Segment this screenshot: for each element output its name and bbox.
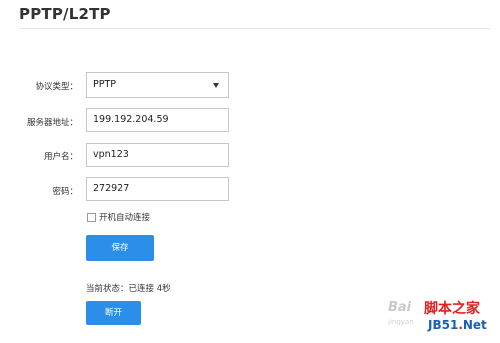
disconnect-button[interactable]: 断开 (86, 301, 141, 325)
title-divider (19, 28, 490, 29)
chevron-down-icon (213, 83, 219, 88)
protocol-select-value: PPTP (93, 79, 116, 90)
watermark-url: JB51.Net (428, 318, 487, 332)
watermark-site-name: 脚本之家 (424, 301, 480, 317)
server-address-label: 服务器地址： (26, 118, 78, 128)
watermark-url-suffix: Net (462, 318, 487, 332)
username-field[interactable]: vpn123 (86, 143, 229, 167)
save-button[interactable]: 保存 (86, 235, 154, 261)
watermark-url-prefix: JB51 (428, 318, 459, 332)
watermark-baidu-sub: jingyan (388, 318, 414, 326)
protocol-select[interactable]: PPTP (86, 72, 229, 98)
page-title: PPTP/L2TP (19, 5, 111, 23)
watermark-baidu: Bai (388, 300, 412, 315)
password-field[interactable]: 272927 (86, 177, 229, 201)
watermark: Bai jingyan 脚本之家 JB51.Net (388, 296, 496, 340)
connection-status: 当前状态：已连接 4秒 (86, 284, 171, 294)
server-address-field[interactable]: 199.192.204.59 (86, 108, 229, 132)
autoconnect-label: 开机自动连接 (99, 213, 151, 223)
autoconnect-checkbox[interactable] (87, 213, 96, 222)
protocol-label: 协议类型： (35, 82, 78, 92)
username-label: 用户名： (43, 152, 78, 162)
password-label: 密码： (52, 187, 78, 197)
